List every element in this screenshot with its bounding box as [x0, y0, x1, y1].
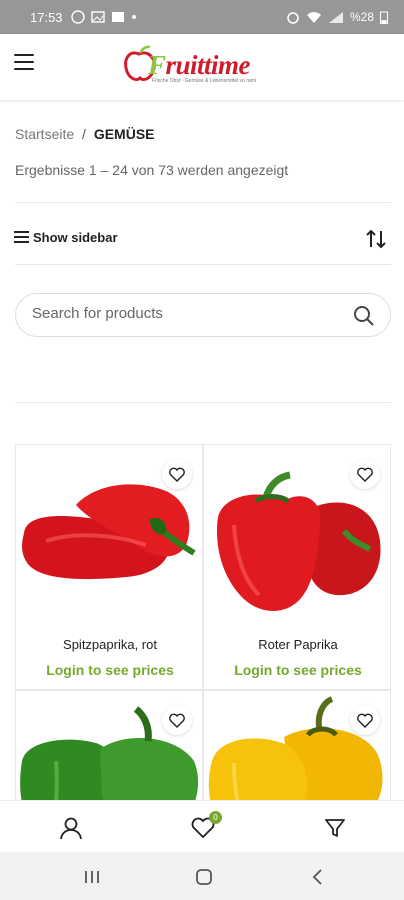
heart-icon [357, 467, 373, 482]
bottom-navigation: 0 [0, 800, 404, 852]
divider [15, 264, 391, 265]
results-count: Ergebnisse 1 – 24 von 73 werden angezeig… [15, 162, 289, 178]
heart-icon [169, 713, 185, 728]
divider [15, 402, 391, 403]
wishlist-button[interactable] [350, 459, 380, 489]
recent-apps-icon[interactable] [82, 868, 102, 886]
status-bar: 17:53 %28 [0, 0, 404, 34]
notification-icons [70, 10, 137, 24]
wifi-icon [306, 12, 321, 23]
breadcrumb-current: GEMÜSE [93, 126, 155, 142]
heart-icon [357, 713, 373, 728]
status-time: 17:53 [30, 9, 63, 25]
product-card[interactable]: Spitzpaprika, rot Login to see prices [15, 444, 203, 690]
login-to-see-prices-link[interactable]: Login to see prices [204, 662, 390, 678]
wishlist-count-badge: 0 [209, 811, 222, 824]
dot-icon [131, 15, 136, 19]
search-icon[interactable] [352, 304, 376, 328]
wishlist-button[interactable] [350, 705, 380, 735]
fruittime-logo[interactable]: Fruittime Frische Obst - Gemüse & Lebens… [122, 40, 286, 90]
menu-icon[interactable] [14, 54, 34, 70]
system-icons: %28 [286, 10, 388, 24]
sort-icon[interactable] [364, 228, 388, 250]
site-header: Fruittime Frische Obst - Gemüse & Lebens… [0, 34, 404, 100]
filter-icon[interactable] [322, 815, 348, 841]
system-navigation-bar [0, 852, 404, 900]
breadcrumb: Startseite / GEMÜSE [15, 126, 155, 142]
product-name[interactable]: Spitzpaprika, rot [16, 637, 202, 652]
show-sidebar-label: Show sidebar [33, 229, 118, 245]
login-to-see-prices-link[interactable]: Login to see prices [16, 662, 202, 678]
sidebar-menu-icon [14, 228, 29, 246]
signal-icon [328, 12, 343, 23]
back-icon[interactable] [308, 868, 328, 886]
battery-level: %28 [349, 10, 374, 24]
search-input[interactable] [32, 305, 332, 322]
alarm-icon [287, 12, 299, 24]
heart-icon [169, 467, 185, 482]
product-name[interactable]: Roter Paprika [204, 637, 390, 652]
wishlist-nav-button[interactable]: 0 [190, 811, 222, 841]
wishlist-button[interactable] [162, 705, 192, 735]
product-card[interactable]: Roter Paprika Login to see prices [203, 444, 391, 690]
show-sidebar-button[interactable]: Show sidebar [14, 228, 118, 246]
search-bar [15, 293, 391, 337]
gallery-notification-icon [111, 12, 124, 22]
home-icon[interactable] [194, 868, 214, 886]
wishlist-button[interactable] [162, 459, 192, 489]
breadcrumb-separator: / [82, 126, 86, 142]
account-icon[interactable] [58, 815, 84, 841]
divider [15, 202, 391, 203]
image-notification-icon [90, 11, 105, 23]
app-notification-icon [70, 10, 85, 24]
brand-name: Fruittime [148, 50, 251, 80]
breadcrumb-home-link[interactable]: Startseite [15, 126, 74, 142]
brand-tagline: Frische Obst - Gemüse & Lebensmittel vo … [152, 78, 256, 84]
battery-icon [380, 11, 388, 24]
